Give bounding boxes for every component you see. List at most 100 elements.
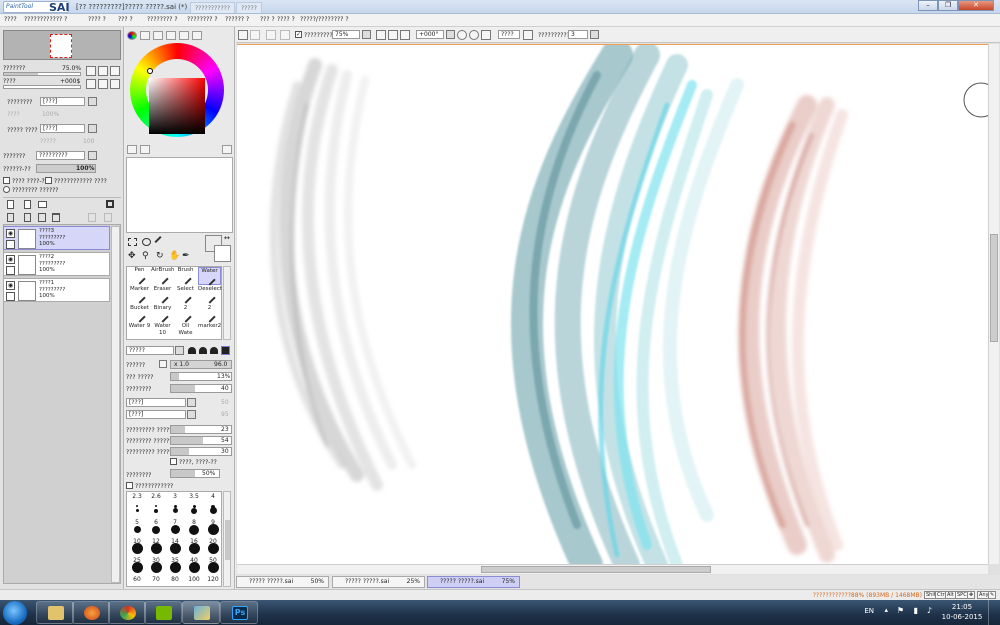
- rotate-cw-button[interactable]: [469, 30, 479, 40]
- scratchpad[interactable]: [126, 157, 233, 233]
- keep-opacity-checkbox[interactable]: [170, 458, 177, 465]
- copy-layer-icon[interactable]: [88, 213, 96, 222]
- explorer-icon[interactable]: [36, 601, 74, 624]
- brush-texture-dropdown-button[interactable]: [187, 410, 196, 419]
- menu-selection[interactable]: ???????? ?: [147, 16, 178, 23]
- merge-down-icon[interactable]: [24, 213, 31, 222]
- swatches-tab-icon[interactable]: [179, 31, 189, 40]
- action-center-flag-icon[interactable]: ⚑: [897, 606, 904, 615]
- stabilizer-select[interactable]: 3: [568, 30, 588, 39]
- brush-size-preset[interactable]: [207, 524, 219, 535]
- zoom-icon[interactable]: ⚲: [142, 251, 149, 261]
- visibility-eye-icon[interactable]: ◉: [6, 281, 15, 290]
- brush-shape-select[interactable]: [???]: [126, 398, 186, 407]
- brush-size-preset[interactable]: [172, 508, 178, 513]
- edge-square-icon[interactable]: [221, 346, 230, 355]
- zoom-dropdown-button[interactable]: [362, 30, 371, 39]
- redo-icon[interactable]: [140, 145, 150, 154]
- brush-size-preset[interactable]: [188, 562, 200, 573]
- menu-layer[interactable]: ??? ?: [118, 16, 133, 23]
- network-icon[interactable]: ▮: [914, 606, 918, 615]
- selection-source-radio[interactable]: [3, 186, 10, 193]
- zoom-slider[interactable]: [3, 72, 81, 76]
- paint-tool-sai-icon[interactable]: [182, 601, 220, 624]
- visibility-eye-icon[interactable]: ◉: [6, 229, 15, 238]
- preset-dropdown-button[interactable]: [88, 151, 97, 160]
- edge-medium-icon[interactable]: [199, 347, 207, 354]
- windows-start-icon[interactable]: [3, 601, 27, 625]
- drawing-canvas[interactable]: [237, 44, 988, 564]
- tray-expand-icon[interactable]: ▴: [884, 606, 888, 614]
- new-linework-layer-icon[interactable]: [24, 200, 31, 209]
- brush-size-preset[interactable]: [152, 525, 160, 534]
- clock-date[interactable]: 10-06-2015: [940, 613, 984, 621]
- mask-select[interactable]: [???]: [40, 124, 85, 133]
- rotate-reset-button[interactable]: [110, 79, 120, 89]
- close-button[interactable]: ✕: [958, 0, 994, 11]
- menu-filter[interactable]: ???????? ?: [187, 16, 218, 23]
- brush-size-preset[interactable]: [154, 508, 158, 513]
- deselect-button[interactable]: [266, 30, 276, 40]
- tool-water-9[interactable]: Water 9: [128, 323, 151, 341]
- tool-marker2[interactable]: marker2: [198, 323, 221, 341]
- advanced-settings-checkbox[interactable]: [126, 482, 133, 489]
- redo-button[interactable]: [250, 30, 260, 40]
- menu-window[interactable]: ??? ?: [260, 16, 275, 23]
- minimize-button[interactable]: –: [918, 0, 938, 11]
- menu-file[interactable]: ????: [4, 16, 17, 23]
- color-picker-cursor[interactable]: [147, 68, 153, 74]
- menu-other[interactable]: ???? ?: [277, 16, 295, 23]
- brush-mode-dropdown-button[interactable]: [175, 346, 184, 355]
- zoom-fit-button[interactable]: [400, 30, 410, 40]
- rotate-left-button[interactable]: [86, 79, 96, 89]
- menu-edit[interactable]: ???????????? ?: [24, 16, 67, 23]
- hsv-slider-tab-icon[interactable]: [153, 31, 163, 40]
- reset-rotation-button[interactable]: [481, 30, 491, 40]
- color-wheel-tab-icon[interactable]: [127, 31, 137, 40]
- zoom-select[interactable]: 75%: [332, 30, 360, 39]
- layer-mask-icon[interactable]: [106, 200, 114, 208]
- brush-size-preset[interactable]: [207, 543, 219, 554]
- flip-view-button[interactable]: [523, 30, 533, 40]
- color-mixer-tab-icon[interactable]: [166, 31, 176, 40]
- brush-size-preset[interactable]: [133, 526, 141, 533]
- brush-size-preset[interactable]: [155, 505, 157, 507]
- volume-icon[interactable]: ♪: [927, 606, 932, 615]
- canvas-horizontal-scrollbar[interactable]: [237, 564, 988, 574]
- saturation-value-square[interactable]: [149, 78, 205, 134]
- canvas-vertical-scrollbar[interactable]: [988, 44, 999, 564]
- tool-grid-scrollbar[interactable]: [223, 266, 231, 340]
- menu-canvas[interactable]: ???? ?: [88, 16, 106, 23]
- edge-hard-icon[interactable]: [188, 347, 196, 354]
- transfer-down-icon[interactable]: [7, 213, 14, 222]
- brush-size-preset[interactable]: [191, 507, 197, 514]
- blend-mode-select[interactable]: [???]: [40, 97, 85, 106]
- navigator-preview[interactable]: [3, 30, 121, 60]
- mask-dropdown-button[interactable]: [88, 124, 97, 133]
- brush-size-preset[interactable]: [209, 507, 217, 514]
- brush-size-preset[interactable]: [135, 509, 139, 512]
- undo-button[interactable]: [238, 30, 248, 40]
- zoom-out-button[interactable]: [86, 66, 96, 76]
- tool-bucket[interactable]: Bucket: [128, 305, 151, 323]
- brush-size-preset[interactable]: [150, 562, 162, 573]
- edit-lock-icon[interactable]: [6, 240, 15, 249]
- firefox-icon[interactable]: [72, 601, 110, 624]
- undo-icon[interactable]: [127, 145, 137, 154]
- magic-wand-icon[interactable]: [154, 235, 167, 249]
- hand-icon[interactable]: ✋: [169, 251, 180, 261]
- move-key-indicator[interactable]: ✥: [967, 591, 976, 599]
- tool-pen[interactable]: Pen: [128, 267, 151, 285]
- doc-tab-2[interactable]: ????? ?????.sai 25%: [332, 576, 425, 588]
- brush-size-preset[interactable]: [150, 543, 162, 554]
- marquee-select-icon[interactable]: [128, 238, 137, 246]
- rotate-right-button[interactable]: [98, 79, 108, 89]
- brush-size-preset[interactable]: [169, 543, 181, 554]
- eyedropper-icon[interactable]: ✒: [182, 251, 190, 261]
- clipping-group-checkbox[interactable]: [45, 177, 52, 184]
- tool-water-10[interactable]: Water 10: [151, 323, 174, 341]
- tool-custom-2a[interactable]: 2: [174, 305, 197, 323]
- edit-lock-icon[interactable]: [6, 266, 15, 275]
- zoom-in-tb-button[interactable]: [388, 30, 398, 40]
- hue-ring[interactable]: [130, 43, 224, 137]
